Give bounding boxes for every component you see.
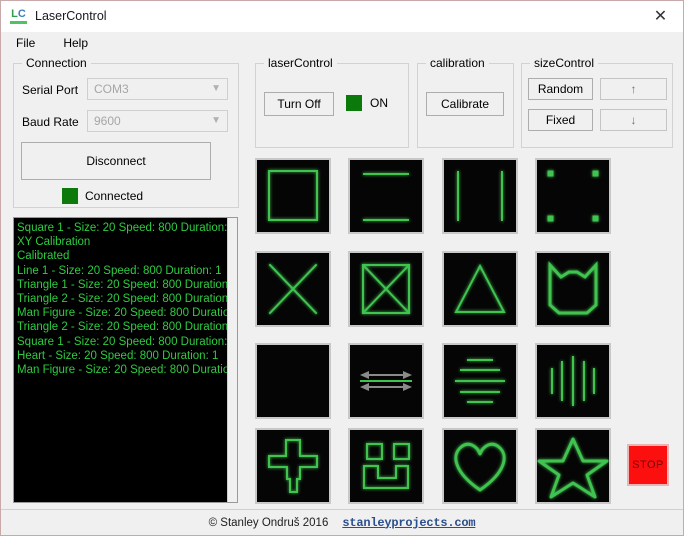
log-console-scrollbar[interactable] [227, 218, 237, 502]
laser-state-led [346, 95, 362, 111]
pattern-button-four-dots[interactable] [535, 158, 611, 234]
pattern-button-two-vertical-lines[interactable] [442, 158, 518, 234]
pattern-button-cat-face[interactable] [535, 251, 611, 327]
pattern-button-square-with-x[interactable] [348, 251, 424, 327]
size-up-button[interactable]: ↑ [600, 78, 667, 100]
log-line: Triangle 2 - Size: 20 Speed: 800 Duratio… [17, 293, 238, 306]
disconnect-button[interactable]: Disconnect [21, 142, 211, 180]
pattern-button-heart[interactable] [442, 428, 518, 504]
pattern-button-smiley-face[interactable] [348, 428, 424, 504]
pattern-button-man-figure[interactable] [255, 428, 331, 504]
chevron-down-icon: ▼ [211, 115, 221, 126]
title-bar: LC LaserControl ✕ [1, 1, 683, 32]
laser-toggle-button[interactable]: Turn Off [264, 92, 334, 116]
serial-port-select[interactable]: COM3 ▼ [87, 78, 228, 100]
pattern-button-triangle[interactable] [442, 251, 518, 327]
connection-group-legend: Connection [22, 56, 91, 70]
calibration-group-legend: calibration [426, 56, 489, 70]
pattern-button-vertical-bars[interactable] [535, 343, 611, 419]
chevron-down-icon: ▼ [211, 83, 221, 94]
pattern-button-cross-x[interactable] [255, 251, 331, 327]
menu-bar: File Help [1, 32, 683, 54]
log-line: Calibrated [17, 250, 70, 263]
log-line: Square 1 - Size: 20 Speed: 800 Duration:… [17, 222, 237, 234]
connection-status-led [62, 188, 78, 204]
calibrate-button[interactable]: Calibrate [426, 92, 504, 116]
baud-rate-value: 9600 [94, 114, 121, 128]
laser-control-group-legend: laserControl [264, 56, 337, 70]
app-lc-icon: LC [10, 8, 27, 25]
laser-control-group: laserControl Turn Off ON [255, 56, 409, 148]
pattern-button-single-line[interactable] [255, 343, 331, 419]
pattern-button-double-arrows[interactable] [348, 343, 424, 419]
size-control-group-legend: sizeControl [530, 56, 599, 70]
pattern-button-square-outline[interactable] [255, 158, 331, 234]
baud-rate-select[interactable]: 9600 ▼ [87, 110, 228, 132]
size-control-group: sizeControl Random Fixed ↑ ↓ [521, 56, 673, 148]
size-down-button[interactable]: ↓ [600, 109, 667, 131]
pattern-button-horizontal-bars[interactable] [442, 343, 518, 419]
serial-port-value: COM3 [94, 82, 129, 96]
menu-item-help[interactable]: Help [58, 35, 93, 51]
log-line: Heart - Size: 20 Speed: 800 Duration: 1 [17, 349, 219, 362]
connection-group: Connection Serial Port COM3 ▼ Baud Rate … [13, 56, 239, 208]
log-console[interactable]: Square 1 - Size: 20 Speed: 800 Duration:… [13, 217, 238, 503]
log-line: Man Figure - Size: 20 Speed: 800 Duratio… [17, 307, 238, 320]
menu-item-file[interactable]: File [11, 35, 40, 51]
log-line: Man Figure - Size: 20 Speed: 800 Duratio… [17, 364, 238, 377]
log-line: Triangle 2 - Size: 20 Speed: 800 Duratio… [17, 321, 238, 334]
footer-bar: © Stanley Ondruš 2016 stanleyprojects.co… [1, 509, 683, 535]
calibration-group: calibration Calibrate [417, 56, 514, 148]
copyright-text: © Stanley Ondruš 2016 [208, 516, 329, 529]
window-title: LaserControl [35, 9, 107, 23]
app-window: LC LaserControl ✕ File Help Connection S… [0, 0, 684, 536]
baud-rate-label: Baud Rate [22, 115, 79, 129]
website-link[interactable]: stanleyprojects.com [342, 516, 475, 530]
log-line: Triangle 1 - Size: 20 Speed: 800 Duratio… [17, 278, 238, 291]
connection-status-label: Connected [85, 189, 144, 203]
pattern-button-star[interactable] [535, 428, 611, 504]
log-line: XY Calibration [17, 236, 91, 249]
size-random-button[interactable]: Random [528, 78, 593, 100]
log-console-lines: Square 1 - Size: 20 Speed: 800 Duration:… [14, 218, 237, 377]
laser-state-label: ON [370, 96, 388, 110]
log-line: Square 1 - Size: 20 Speed: 800 Duration:… [17, 335, 237, 348]
serial-port-label: Serial Port [22, 83, 79, 97]
stop-button[interactable]: STOP [627, 444, 669, 486]
close-icon[interactable]: ✕ [638, 1, 683, 30]
size-fixed-button[interactable]: Fixed [528, 109, 593, 131]
log-line: Line 1 - Size: 20 Speed: 800 Duration: 1 [17, 264, 222, 277]
pattern-button-two-horizontal-lines[interactable] [348, 158, 424, 234]
